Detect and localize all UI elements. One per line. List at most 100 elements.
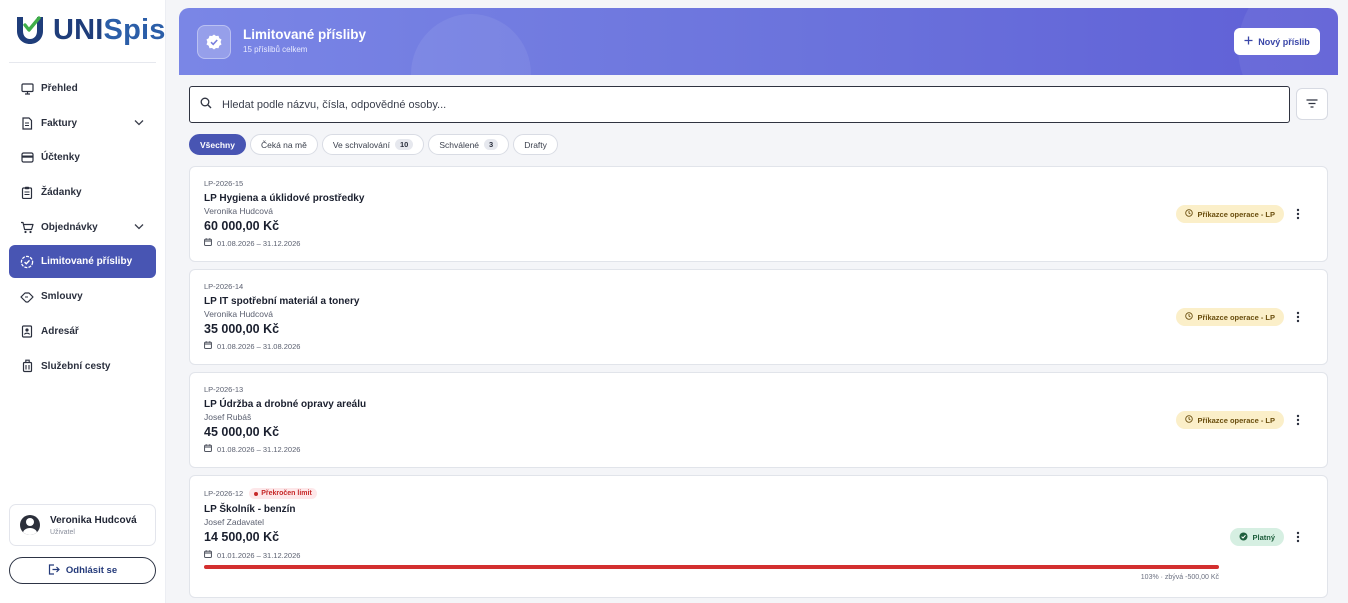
sidebar-item-label: Limitované přísliby — [41, 256, 133, 268]
logout-label: Odhlásit se — [65, 565, 118, 576]
tab-drafty[interactable]: Drafty — [513, 134, 558, 155]
tab-count: 3 — [484, 139, 499, 150]
sidebar-item-sluzebni-cesty[interactable]: Služební cesty — [9, 350, 156, 383]
commitment-card[interactable]: LP-2026-15 LP Hygiena a úklidové prostře… — [189, 166, 1328, 262]
sidebar: UNISpis Přehled Faktury Účtenky Žádanky … — [0, 0, 166, 603]
calendar-icon — [204, 550, 212, 560]
tab-schvalene[interactable]: Schválené 3 — [428, 134, 510, 155]
commitment-owner: Veronika Hudcová — [204, 309, 273, 319]
calendar-icon — [204, 238, 212, 248]
commitment-owner: Veronika Hudcová — [204, 206, 273, 216]
tab-count: 10 — [395, 139, 414, 150]
alert-dot-icon — [254, 491, 259, 496]
tab-label: Všechny — [200, 139, 235, 150]
commitment-title: LP Hygiena a úklidové prostředky — [204, 193, 365, 204]
budget-progress-bar — [204, 565, 1219, 569]
logout-icon — [48, 563, 60, 578]
verified-badge-icon — [20, 255, 34, 269]
clock-icon — [1185, 415, 1194, 425]
more-options-icon[interactable] — [1291, 529, 1305, 545]
logo[interactable]: UNISpis — [13, 12, 166, 48]
verified-badge-icon — [197, 25, 231, 59]
logo-wordmark: UNISpis — [53, 13, 166, 46]
sidebar-item-zadanky[interactable]: Žádanky — [9, 176, 156, 209]
commitment-dates: 01.01.2026 – 31.12.2026 — [204, 550, 300, 560]
sidebar-item-label: Objednávky — [41, 221, 98, 233]
more-options-icon[interactable] — [1291, 309, 1305, 325]
status-badge: Platný — [1230, 528, 1284, 546]
sidebar-item-faktury[interactable]: Faktury — [9, 107, 156, 140]
commitment-amount: 35 000,00 Kč — [204, 322, 280, 336]
sidebar-item-uctenky[interactable]: Účtenky — [9, 141, 156, 174]
calendar-icon — [204, 444, 212, 454]
search-input[interactable] — [222, 98, 1122, 111]
commitment-card[interactable]: LP-2026-14 LP IT spotřební materiál a to… — [189, 269, 1328, 365]
page-header: Limitované přísliby 15 příslibů celkem N… — [179, 8, 1338, 75]
commitment-title: LP IT spotřební materiál a tonery — [204, 296, 360, 307]
commitment-code: LP-2026-15 — [204, 179, 244, 188]
wallet-icon — [20, 151, 34, 165]
tab-vsechny[interactable]: Všechny — [189, 134, 246, 155]
user-info: Veronika Hudcová Uživatel — [50, 515, 137, 536]
sidebar-item-label: Adresář — [41, 325, 79, 337]
tab-label: Schválené — [439, 139, 480, 150]
filter-button[interactable] — [1296, 88, 1328, 120]
page-title: Limitované přísliby — [243, 27, 367, 42]
clock-icon — [1185, 312, 1194, 322]
plus-icon — [1244, 36, 1253, 47]
sidebar-divider — [9, 62, 156, 63]
sidebar-item-prehled[interactable]: Přehled — [9, 72, 156, 105]
page-subtitle: 15 příslibů celkem — [243, 45, 308, 54]
commitment-dates: 01.08.2026 – 31.12.2026 — [204, 444, 300, 454]
budget-progress-label: 103% · zbývá -500,00 Kč — [1140, 574, 1219, 581]
commitment-code: LP-2026-12 Překročen limit — [204, 488, 317, 499]
logout-button[interactable]: Odhlásit se — [9, 557, 156, 584]
clock-icon — [1185, 209, 1194, 219]
contact-book-icon — [20, 324, 34, 338]
user-card[interactable]: Veronika Hudcová Uživatel — [9, 504, 156, 546]
over-limit-badge: Překročen limit — [249, 488, 317, 499]
chevron-down-icon[interactable] — [134, 118, 144, 129]
commitment-amount: 14 500,00 Kč — [204, 530, 280, 544]
filter-tabs: Všechny Čeká na mě Ve schvalování 10 Schv… — [189, 134, 558, 155]
sidebar-item-label: Žádanky — [41, 187, 82, 199]
commitment-card[interactable]: LP-2026-12 Překročen limit LP Školník - … — [189, 475, 1328, 598]
commitment-owner: Josef Zadavatel — [204, 517, 265, 527]
sidebar-item-limitovane-prisliby[interactable]: Limitované přísliby — [9, 245, 156, 279]
status-badge: Příkazce operace - LP — [1176, 411, 1284, 429]
clipboard-icon — [20, 186, 34, 200]
sidebar-item-objednavky[interactable]: Objednávky — [9, 211, 156, 244]
more-options-icon[interactable] — [1291, 412, 1305, 428]
tab-ceka-na-me[interactable]: Čeká na mě — [249, 134, 318, 155]
sidebar-item-smlouvy[interactable]: Smlouvy — [9, 280, 156, 313]
user-name: Veronika Hudcová — [50, 514, 137, 526]
more-options-icon[interactable] — [1291, 206, 1305, 222]
commitment-title: LP Školník - benzín — [204, 504, 296, 515]
logo-shield-icon — [17, 16, 43, 44]
sidebar-nav: Přehled Faktury Účtenky Žádanky Objednáv… — [9, 72, 156, 384]
status-badge: Příkazce operace - LP — [1176, 205, 1284, 223]
tab-label: Drafty — [524, 139, 547, 150]
luggage-icon — [20, 359, 34, 373]
sidebar-item-label: Smlouvy — [41, 291, 83, 303]
check-circle-icon — [1239, 532, 1248, 543]
tab-label: Ve schvalování — [332, 139, 390, 150]
invoice-icon — [20, 116, 34, 130]
sidebar-item-label: Účtenky — [41, 152, 80, 164]
commitment-card[interactable]: LP-2026-13 LP Údržba a drobné opravy are… — [189, 372, 1328, 468]
commitment-dates: 01.08.2026 – 31.08.2026 — [204, 341, 300, 351]
commitment-code: LP-2026-14 — [204, 282, 244, 291]
sidebar-item-adresar[interactable]: Adresář — [9, 315, 156, 348]
tab-label: Čeká na mě — [260, 139, 307, 150]
header-decoration — [411, 14, 531, 75]
status-badge: Příkazce operace - LP — [1176, 308, 1284, 326]
commitment-amount: 60 000,00 Kč — [204, 219, 280, 233]
cart-icon — [20, 220, 34, 234]
tab-ve-schvalovani[interactable]: Ve schvalování 10 — [321, 134, 425, 155]
commitment-title: LP Údržba a drobné opravy areálu — [204, 399, 367, 410]
commitment-owner: Josef Rubáš — [204, 412, 252, 422]
new-commitment-button[interactable]: Nový příslib — [1234, 28, 1320, 55]
user-role: Uživatel — [50, 528, 75, 536]
chevron-down-icon[interactable] — [134, 222, 144, 233]
commitment-amount: 45 000,00 Kč — [204, 425, 280, 439]
